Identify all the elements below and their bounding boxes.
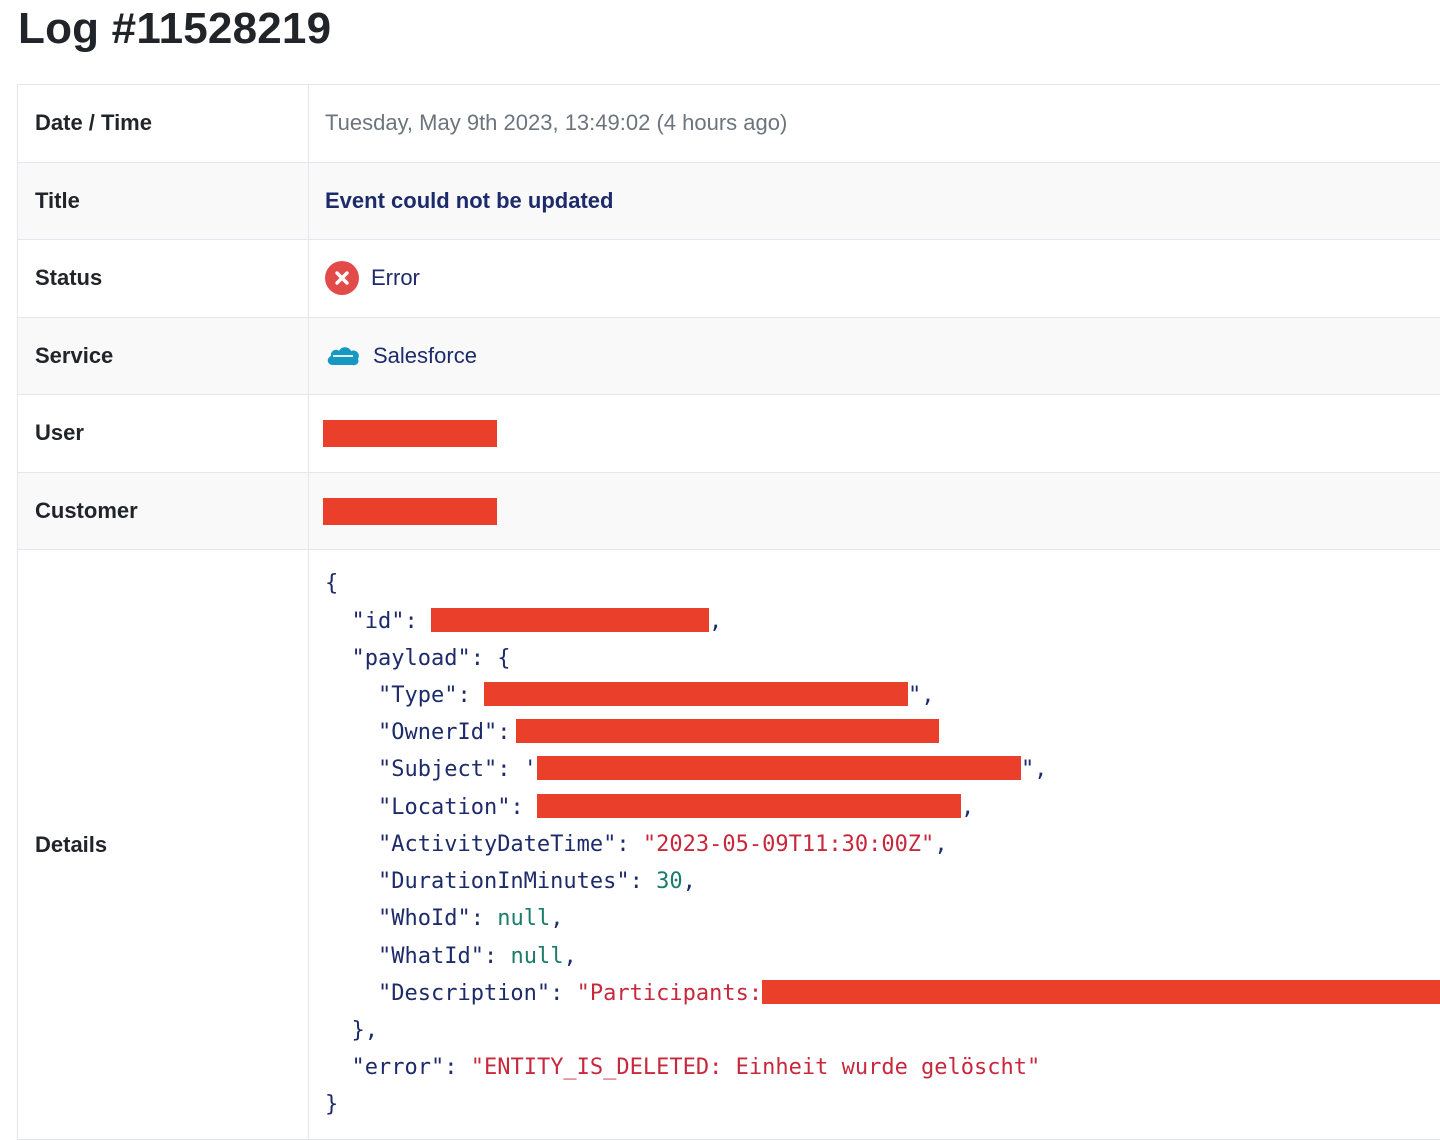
customer-cell [309, 472, 1440, 550]
log-detail-table: Date / Time Tuesday, May 9th 2023, 13:49… [17, 84, 1440, 1140]
service-label: Service [18, 317, 309, 395]
redacted-location [537, 794, 961, 818]
json-key-ownerid: "OwnerId": [378, 720, 510, 745]
redacted-ownerid [516, 719, 939, 743]
json-close-brace: } [325, 1092, 338, 1117]
status-value: Error [371, 265, 420, 291]
details-row: Details { "id": , "payload": { "Type": "… [18, 550, 1440, 1140]
json-value-description: "Participants: [577, 981, 762, 1006]
service-cell: Salesforce [309, 317, 1440, 395]
json-value-activitydatetime: "2023-05-09T11:30:00Z" [643, 832, 934, 857]
json-key-payload: "payload": { [352, 646, 511, 671]
status-label: Status [18, 240, 309, 318]
redacted-user [323, 420, 497, 447]
json-key-activitydatetime: "ActivityDateTime": [378, 832, 630, 857]
json-value-duration: 30 [656, 869, 683, 894]
error-x-icon [325, 261, 359, 295]
json-payload: { "id": , "payload": { "Type": ", "Owner… [325, 565, 1440, 1123]
customer-label: Customer [18, 472, 309, 550]
title-label: Title [18, 162, 309, 240]
redacted-description [762, 980, 1440, 1004]
json-key-description: "Description": [378, 981, 563, 1006]
user-row: User [18, 395, 1440, 473]
title-value: Event could not be updated [325, 188, 613, 213]
redacted-id [431, 608, 709, 632]
user-cell [309, 395, 1440, 473]
status-cell: Error [309, 240, 1440, 318]
json-open-brace: { [325, 571, 338, 596]
datetime-value: Tuesday, May 9th 2023, 13:49:02 (4 hours… [309, 85, 1440, 163]
customer-row: Customer [18, 472, 1440, 550]
status-row: Status Error [18, 240, 1440, 318]
page-title: Log #11528219 [18, 2, 331, 56]
json-value-whatid: null [510, 944, 563, 969]
json-key-error: "error": [352, 1055, 458, 1080]
redacted-subject [537, 756, 1021, 780]
redacted-type [484, 682, 908, 706]
details-cell: { "id": , "payload": { "Type": ", "Owner… [309, 550, 1440, 1140]
json-key-whatid: "WhatId": [378, 944, 497, 969]
title-row: Title Event could not be updated [18, 162, 1440, 240]
json-value-whoid: null [497, 906, 550, 931]
json-key-duration: "DurationInMinutes": [378, 869, 643, 894]
json-key-location: "Location": [378, 795, 524, 820]
service-row: Service Salesforce [18, 317, 1440, 395]
datetime-label: Date / Time [18, 85, 309, 163]
service-value: Salesforce [373, 343, 477, 369]
datetime-row: Date / Time Tuesday, May 9th 2023, 13:49… [18, 85, 1440, 163]
json-key-whoid: "WhoId": [378, 906, 484, 931]
json-value-error: "ENTITY_IS_DELETED: Einheit wurde gelösc… [471, 1055, 1041, 1080]
json-payload-close: }, [352, 1018, 379, 1043]
user-label: User [18, 395, 309, 473]
title-cell: Event could not be updated [309, 162, 1440, 240]
redacted-customer [323, 498, 497, 525]
details-label: Details [18, 550, 309, 1140]
json-key-id: "id": [352, 609, 418, 634]
json-key-subject: "Subject": [378, 757, 510, 782]
salesforce-icon [325, 343, 361, 369]
json-key-type: "Type": [378, 683, 471, 708]
